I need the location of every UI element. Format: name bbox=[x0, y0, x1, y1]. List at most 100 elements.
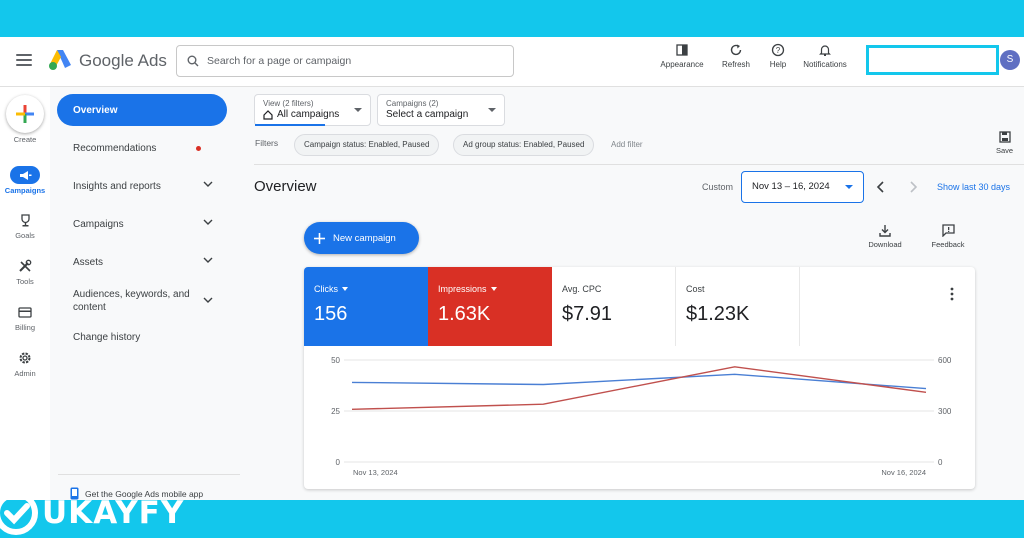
card-icon bbox=[18, 306, 32, 318]
rail-item-campaigns[interactable]: Campaigns bbox=[0, 166, 50, 195]
download-icon bbox=[879, 225, 891, 237]
show-last-30-days-link[interactable]: Show last 30 days bbox=[937, 182, 1010, 192]
rail-item-label: Admin bbox=[14, 369, 36, 378]
nav-item-overview[interactable]: Overview bbox=[57, 94, 227, 126]
plus-icon bbox=[16, 105, 34, 123]
feedback-label: Feedback bbox=[931, 240, 965, 249]
rail-item-goals[interactable]: Goals bbox=[0, 211, 50, 240]
refresh-button[interactable]: Refresh bbox=[718, 43, 754, 69]
feedback-button[interactable]: Feedback bbox=[928, 224, 968, 249]
nav-item-change-history[interactable]: Change history bbox=[57, 321, 227, 353]
nav-item-audiences[interactable]: Audiences, keywords, and content bbox=[57, 283, 227, 319]
plus-icon bbox=[314, 232, 325, 244]
y-right-tick-label: 600 bbox=[938, 356, 952, 365]
date-range-picker[interactable]: Nov 13 – 16, 2024 bbox=[741, 171, 864, 203]
page-title: Overview bbox=[254, 178, 317, 195]
checkmark-logo-icon bbox=[0, 490, 38, 535]
notifications-button[interactable]: Notifications bbox=[799, 43, 851, 69]
refresh-icon bbox=[730, 44, 742, 56]
x-tick-label: Nov 13, 2024 bbox=[353, 468, 398, 477]
google-ads-logo bbox=[49, 50, 71, 70]
create-label: Create bbox=[13, 135, 37, 144]
notification-dot bbox=[196, 146, 201, 151]
campaigns-dropdown[interactable]: Campaigns (2) Select a campaign bbox=[377, 94, 505, 126]
series-line-impressions bbox=[351, 366, 927, 410]
add-filter-button[interactable]: Add filter bbox=[611, 140, 643, 149]
nav-item-campaigns[interactable]: Campaigns bbox=[57, 208, 227, 240]
active-underline bbox=[255, 124, 325, 126]
trophy-icon bbox=[20, 213, 30, 226]
filter-chip-campaign-status[interactable]: Campaign status: Enabled, Paused bbox=[294, 134, 440, 156]
rail-item-label: Tools bbox=[16, 277, 34, 286]
account-selector[interactable] bbox=[866, 45, 999, 75]
left-rail: Create Campaigns Goals Tools Billing Adm… bbox=[0, 87, 50, 500]
tools-icon bbox=[19, 259, 32, 272]
campaigns-dropdown-caption: Campaigns (2) bbox=[386, 99, 439, 108]
y-left-tick-label: 0 bbox=[336, 458, 341, 467]
search-input[interactable] bbox=[207, 55, 487, 67]
refresh-label: Refresh bbox=[721, 60, 750, 69]
view-dropdown-value: All campaigns bbox=[277, 109, 340, 120]
google-ads-app: Google Ads Appearance Refresh ? Help Not… bbox=[0, 37, 1024, 500]
nav-item-label: Change history bbox=[73, 331, 141, 343]
campaigns-dropdown-value: Select a campaign bbox=[386, 109, 469, 120]
watermark: UKAYFY bbox=[0, 487, 184, 538]
nav-item-label: Assets bbox=[73, 256, 104, 268]
view-dropdown-caption: View (2 filters) bbox=[263, 99, 314, 108]
rail-item-billing[interactable]: Billing bbox=[0, 303, 50, 332]
nav-item-label: Overview bbox=[73, 104, 118, 116]
performance-card: Clicks 156 Impressions 1.63K Avg. CPC $7… bbox=[304, 267, 975, 489]
notifications-label: Notifications bbox=[803, 60, 847, 69]
y-right-tick-label: 300 bbox=[938, 407, 952, 416]
new-campaign-label: New campaign bbox=[333, 232, 396, 244]
nav-item-label: Recommendations bbox=[73, 142, 157, 154]
chevron-right-icon[interactable] bbox=[908, 180, 918, 194]
help-label: Help bbox=[769, 60, 787, 69]
chevron-left-icon[interactable] bbox=[876, 180, 886, 194]
x-tick-label: Nov 16, 2024 bbox=[881, 468, 926, 477]
rail-item-label: Billing bbox=[14, 323, 35, 332]
appearance-label: Appearance bbox=[660, 60, 704, 69]
date-range-type: Custom bbox=[702, 182, 734, 192]
rail-item-label: Goals bbox=[15, 231, 35, 240]
view-dropdown[interactable]: View (2 filters) All campaigns bbox=[254, 94, 371, 126]
nav-item-label: Campaigns bbox=[73, 218, 124, 230]
date-range-value: Nov 13 – 16, 2024 bbox=[752, 181, 830, 192]
main-content: View (2 filters) All campaigns Campaigns… bbox=[240, 87, 1024, 500]
avatar[interactable]: S bbox=[1000, 50, 1020, 70]
filters-label: Filters bbox=[255, 138, 279, 148]
download-label: Download bbox=[868, 240, 902, 249]
menu-icon[interactable] bbox=[16, 54, 32, 66]
appearance-button[interactable]: Appearance bbox=[659, 43, 705, 69]
download-button[interactable]: Download bbox=[863, 224, 907, 249]
filter-chip-ad-group-status[interactable]: Ad group status: Enabled, Paused bbox=[453, 134, 595, 156]
feedback-icon bbox=[941, 224, 955, 237]
appearance-icon bbox=[676, 44, 688, 56]
performance-chart: 50 600 25 300 0 0 Nov 13, 2024 Nov 16, 2024 bbox=[331, 356, 952, 477]
rail-item-admin[interactable]: Admin bbox=[0, 349, 50, 378]
chevron-down-icon bbox=[203, 219, 213, 225]
help-icon: ? bbox=[771, 43, 785, 57]
create-button[interactable] bbox=[6, 95, 44, 133]
nav-item-label: Insights and reports bbox=[73, 180, 161, 192]
search-bar[interactable] bbox=[176, 45, 514, 77]
gear-icon bbox=[19, 352, 31, 364]
y-left-tick-label: 50 bbox=[331, 356, 340, 365]
dropdown-arrow-icon bbox=[845, 185, 853, 189]
bell-icon bbox=[819, 45, 831, 56]
dropdown-arrow-icon bbox=[488, 108, 496, 112]
nav-item-recommendations[interactable]: Recommendations bbox=[57, 132, 227, 164]
help-button[interactable]: ? Help bbox=[764, 43, 792, 69]
rail-item-tools[interactable]: Tools bbox=[0, 257, 50, 286]
side-nav: Overview Recommendations Insights and re… bbox=[50, 87, 240, 500]
nav-item-insights[interactable]: Insights and reports bbox=[57, 170, 227, 202]
chevron-down-icon bbox=[203, 297, 213, 303]
brand-name: Google Ads bbox=[79, 51, 167, 70]
divider bbox=[254, 164, 1024, 165]
y-right-tick-label: 0 bbox=[938, 458, 943, 467]
save-label: Save bbox=[996, 146, 1014, 155]
new-campaign-button[interactable]: New campaign bbox=[304, 222, 419, 254]
nav-item-assets[interactable]: Assets bbox=[57, 246, 227, 278]
y-left-tick-label: 25 bbox=[331, 407, 340, 416]
save-button[interactable]: Save bbox=[996, 131, 1013, 155]
